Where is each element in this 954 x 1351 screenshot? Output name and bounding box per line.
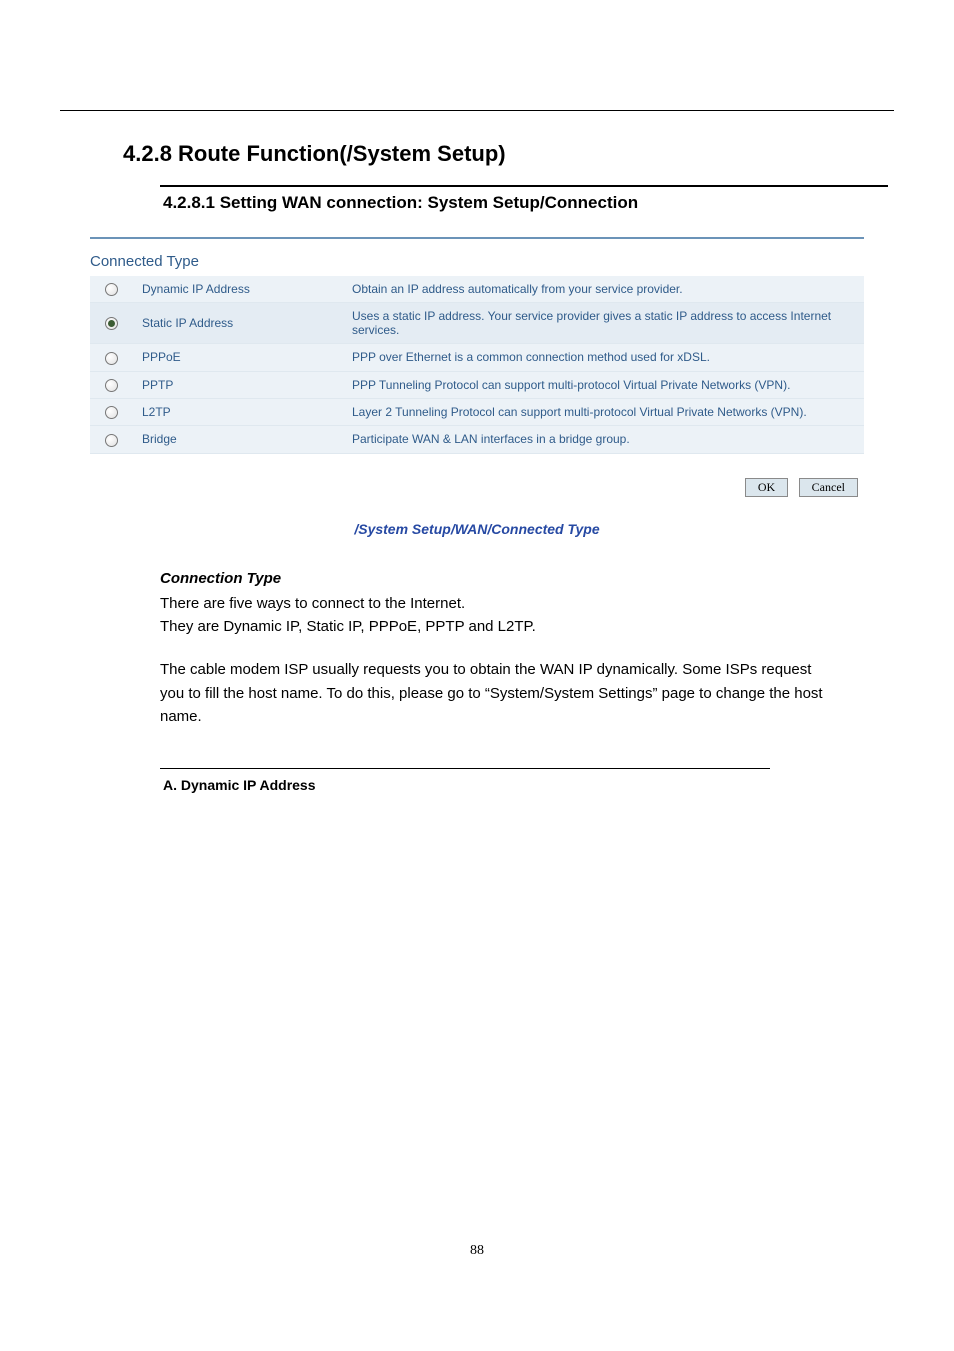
option-name: Static IP Address: [132, 303, 342, 344]
top-rule: [60, 110, 894, 111]
body-text: Connection Type There are five ways to c…: [160, 567, 834, 729]
option-desc: Layer 2 Tunneling Protocol can support m…: [342, 398, 864, 425]
connection-type-table: Dynamic IP Address Obtain an IP address …: [90, 276, 864, 454]
option-name: Dynamic IP Address: [132, 276, 342, 303]
table-row[interactable]: PPPoE PPP over Ethernet is a common conn…: [90, 344, 864, 371]
panel-title-rule: [90, 237, 864, 239]
connection-type-subhead: Connection Type: [160, 567, 834, 590]
table-row[interactable]: Dynamic IP Address Obtain an IP address …: [90, 276, 864, 303]
option-name: Bridge: [132, 426, 342, 453]
figure-caption: /System Setup/WAN/Connected Type: [60, 521, 894, 537]
heading-4-2-8: 4.2.8 Route Function(/System Setup): [123, 141, 894, 167]
heading-4-2-8-1: 4.2.8.1 Setting WAN connection: System S…: [163, 193, 894, 213]
body-line-2: They are Dynamic IP, Static IP, PPPoE, P…: [160, 618, 536, 635]
radio-dynamic-ip[interactable]: [105, 283, 118, 296]
option-desc: Uses a static IP address. Your service p…: [342, 303, 864, 344]
radio-static-ip[interactable]: [105, 317, 118, 330]
option-name: PPPoE: [132, 344, 342, 371]
cancel-button[interactable]: Cancel: [799, 478, 858, 497]
option-name: PPTP: [132, 371, 342, 398]
table-row[interactable]: L2TP Layer 2 Tunneling Protocol can supp…: [90, 398, 864, 425]
radio-bridge[interactable]: [105, 434, 118, 447]
radio-pppoe[interactable]: [105, 352, 118, 365]
connected-type-panel: Connected Type Dynamic IP Address Obtain…: [90, 237, 864, 497]
option-desc: Participate WAN & LAN interfaces in a br…: [342, 426, 864, 453]
ok-button[interactable]: OK: [745, 478, 788, 497]
panel-title: Connected Type: [90, 247, 864, 276]
option-desc: Obtain an IP address automatically from …: [342, 276, 864, 303]
table-row[interactable]: Static IP Address Uses a static IP addre…: [90, 303, 864, 344]
option-desc: PPP over Ethernet is a common connection…: [342, 344, 864, 371]
sub-heading-rule: [160, 185, 888, 187]
radio-l2tp[interactable]: [105, 406, 118, 419]
table-row[interactable]: PPTP PPP Tunneling Protocol can support …: [90, 371, 864, 398]
sub-heading-a: A. Dynamic IP Address: [163, 777, 894, 793]
body-paragraph-2: The cable modem ISP usually requests you…: [160, 658, 834, 728]
radio-pptp[interactable]: [105, 379, 118, 392]
table-row[interactable]: Bridge Participate WAN & LAN interfaces …: [90, 426, 864, 453]
body-line-1: There are five ways to connect to the In…: [160, 595, 465, 612]
option-desc: PPP Tunneling Protocol can support multi…: [342, 371, 864, 398]
option-name: L2TP: [132, 398, 342, 425]
sub-heading-a-rule: [160, 768, 770, 769]
page-number: 88: [60, 1243, 894, 1259]
